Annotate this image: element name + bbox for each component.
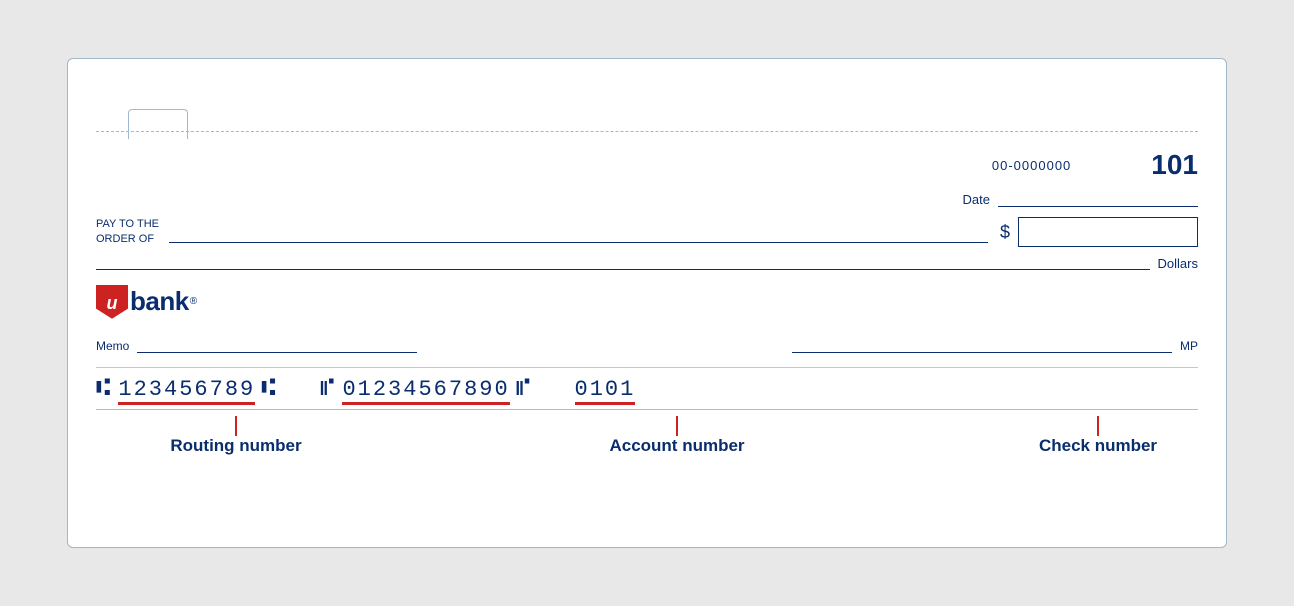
date-row: Date <box>96 185 1198 217</box>
check-image: 00-0000000 101 Date PAY TO THEORDER OF $… <box>67 58 1227 548</box>
mp-label: MP <box>1180 339 1198 353</box>
dollars-label: Dollars <box>1158 256 1198 271</box>
routing-arrow-line <box>235 416 237 436</box>
check-body: 00-0000000 101 Date PAY TO THEORDER OF $… <box>96 139 1198 547</box>
stub-perforation-line <box>96 131 1198 132</box>
logo-area: u bank® <box>96 285 1198 319</box>
us-shield-icon: u <box>96 285 128 319</box>
memo-row: Memo MP <box>96 337 1198 353</box>
check-arrow-line <box>1097 416 1099 436</box>
check-routing-code: 00-0000000 <box>992 158 1071 173</box>
labels-row: Routing number Account number Check numb… <box>96 409 1198 466</box>
memo-label: Memo <box>96 339 129 353</box>
check-label-group: Check number <box>1008 416 1188 456</box>
check-number-display: 101 <box>1151 149 1198 181</box>
routing-bracket-left: ⑆ <box>96 376 112 403</box>
micr-account-number: 01234567890 <box>342 377 509 402</box>
memo-line <box>137 337 417 353</box>
micr-routing-number: 123456789 <box>118 377 255 402</box>
payto-row: PAY TO THEORDER OF $ <box>96 217 1198 248</box>
logo-bank-text: bank <box>130 286 189 317</box>
account-bracket-right: ⑈ <box>516 376 532 403</box>
micr-check-number: 0101 <box>575 377 636 402</box>
account-label-group: Account number <box>557 416 797 456</box>
account-arrow-line <box>676 416 678 436</box>
check-number-label: Check number <box>1039 436 1157 456</box>
account-bracket-left: ⑈ <box>320 376 336 403</box>
account-number-label: Account number <box>609 436 744 456</box>
date-line <box>998 191 1198 207</box>
check-top-row: 00-0000000 101 <box>96 139 1198 185</box>
check-stub-tab <box>128 109 188 139</box>
dollar-sign: $ <box>1000 222 1010 243</box>
date-label: Date <box>963 192 990 207</box>
signature-line <box>792 337 1172 353</box>
written-amount-line <box>96 256 1150 270</box>
logo-u-letter: u <box>107 292 118 312</box>
payto-label: PAY TO THEORDER OF <box>96 217 159 248</box>
payto-line <box>169 221 988 243</box>
amount-box <box>1018 217 1198 247</box>
routing-label-group: Routing number <box>126 416 346 456</box>
routing-number-label: Routing number <box>170 436 301 456</box>
dollars-row: Dollars <box>96 256 1198 271</box>
micr-line: ⑆ 123456789 ⑆ ⑈ 01234567890 ⑈ 0101 <box>96 367 1198 409</box>
usbank-logo: u bank® <box>96 285 197 319</box>
routing-bracket-right: ⑆ <box>261 376 277 403</box>
logo-reg-mark: ® <box>190 296 197 307</box>
